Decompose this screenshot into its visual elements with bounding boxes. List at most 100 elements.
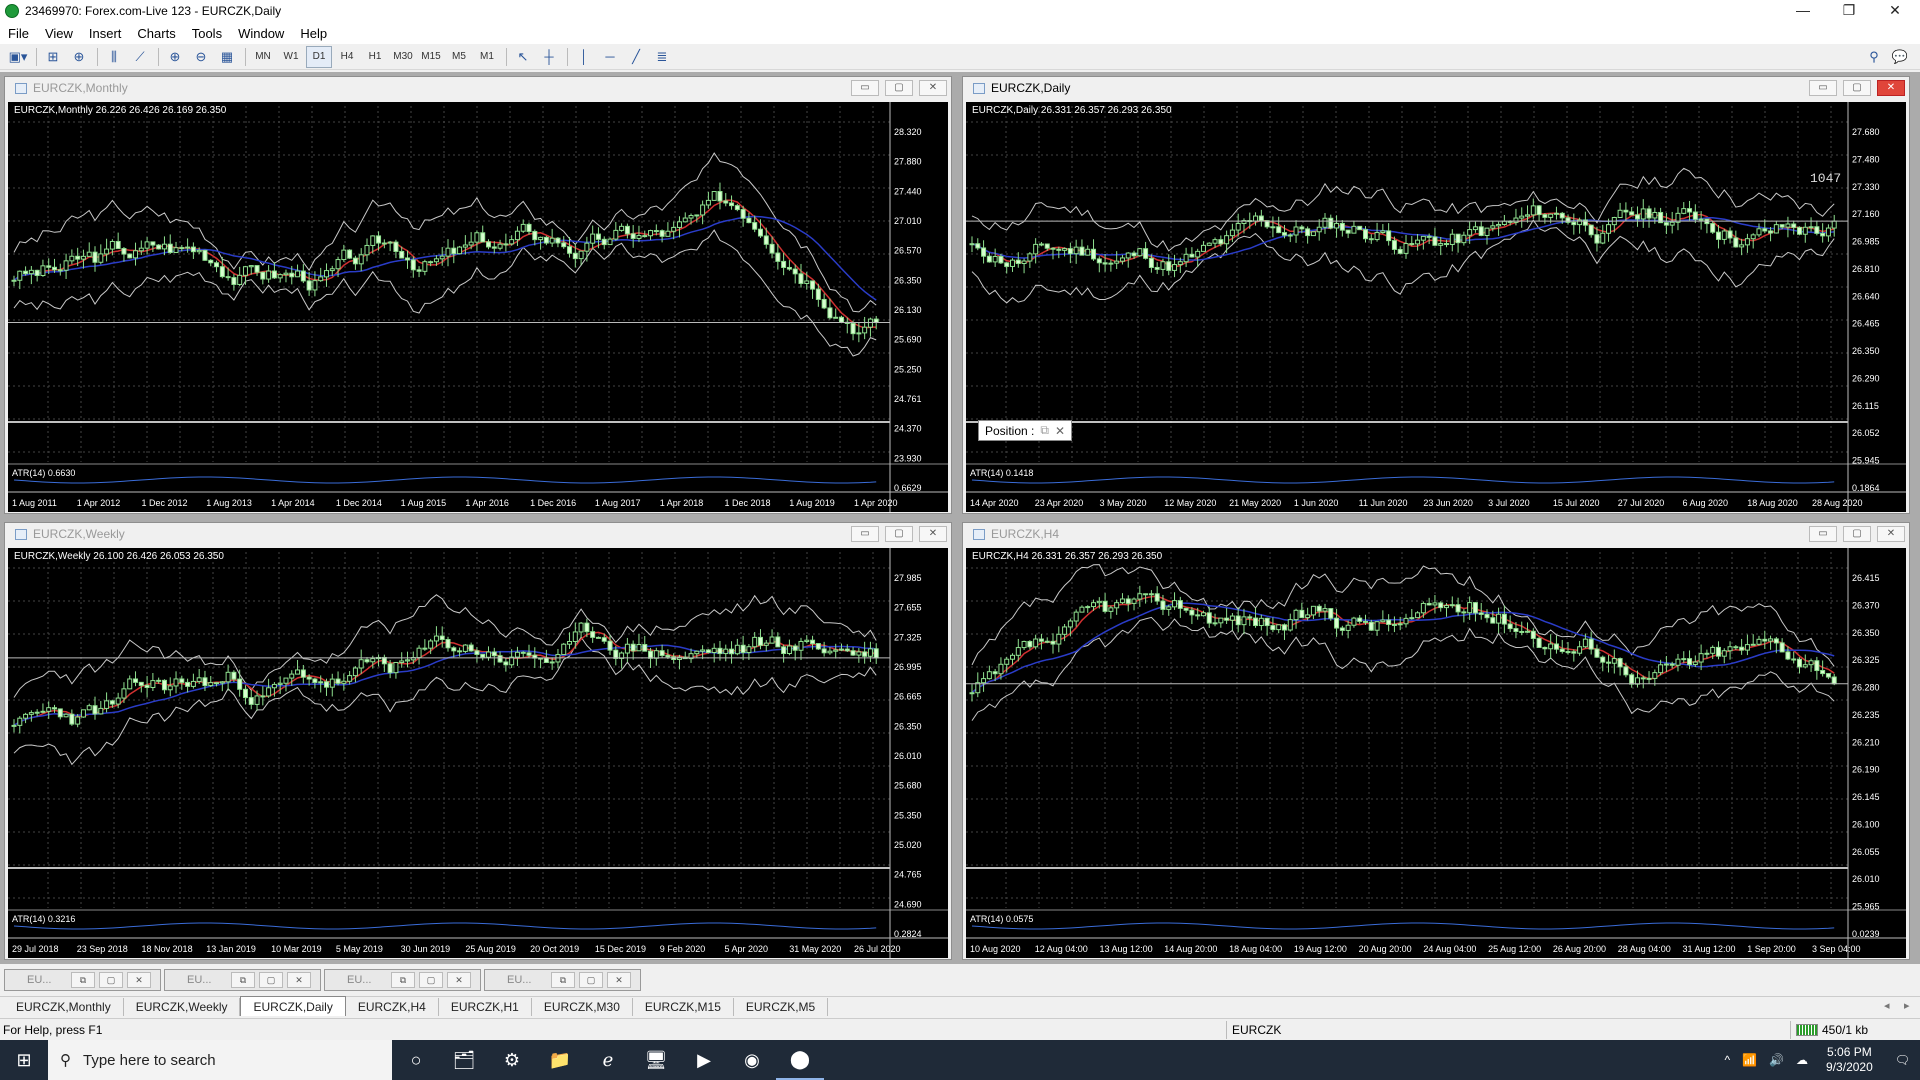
chart-minimize-button[interactable]: ▭ (1809, 526, 1837, 542)
edge-browser-icon[interactable]: ℯ (584, 1040, 632, 1080)
channel-icon[interactable]: ≣ (650, 46, 674, 68)
close-icon[interactable]: ✕ (607, 972, 631, 988)
minimized-chart-window[interactable]: EU... ⧉ ▢ ✕ (164, 969, 321, 991)
app-icon-2[interactable]: ⚙ (488, 1040, 536, 1080)
crosshair-target-icon[interactable]: ⊕ (67, 46, 91, 68)
chart-close-button[interactable]: ✕ (1877, 80, 1905, 96)
minimized-chart-window[interactable]: EU... ⧉ ▢ ✕ (4, 969, 161, 991)
app-icon-3[interactable]: ▶ (680, 1040, 728, 1080)
timeframe-h4[interactable]: H4 (334, 46, 360, 68)
minimized-chart-window[interactable]: EU... ⧉ ▢ ✕ (324, 969, 481, 991)
popup-close-icon[interactable]: ✕ (1055, 424, 1065, 438)
chart-window-monthly[interactable]: EURCZK,Monthly ▭ ▢ ✕ 28.320 27.880 27.440 2… (4, 76, 952, 514)
taskbar-clock[interactable]: 5:06 PM 9/3/2020 (1814, 1045, 1885, 1075)
chrome-icon[interactable]: ◉ (728, 1040, 776, 1080)
chart-minimize-button[interactable]: ▭ (1809, 80, 1837, 96)
network-icon[interactable]: 📶 (1736, 1053, 1763, 1067)
restore-button[interactable]: ❐ (1826, 0, 1872, 22)
popup-detach-icon[interactable]: ⧉ (1040, 423, 1049, 438)
cursor-icon[interactable]: ↖ (511, 46, 535, 68)
chart-window-titlebar[interactable]: EURCZK,Weekly (5, 523, 951, 545)
chart-maximize-button[interactable]: ▢ (1843, 526, 1871, 542)
tab-scroll-right-icon[interactable]: ▸ (1904, 999, 1910, 1012)
windows-start-icon[interactable]: ⊞ (0, 1040, 48, 1080)
line-chart-icon[interactable]: ⟋ (128, 46, 152, 68)
timeframe-m15[interactable]: M15 (418, 46, 444, 68)
chart-close-button[interactable]: ✕ (919, 80, 947, 96)
chart-maximize-button[interactable]: ▢ (1843, 80, 1871, 96)
minimized-chart-window[interactable]: EU... ⧉ ▢ ✕ (484, 969, 641, 991)
maximize-icon[interactable]: ▢ (259, 972, 283, 988)
crosshair-icon[interactable]: ┼ (537, 46, 561, 68)
tab-eurczk-h4[interactable]: EURCZK,H4 (346, 998, 439, 1016)
chart-window-daily[interactable]: EURCZK,Daily ▭ ▢ ✕ 27.680 27.480 27.330 27.… (962, 76, 1910, 514)
timeframe-m5[interactable]: M5 (446, 46, 472, 68)
remote-desktop-icon[interactable]: 🖥 (632, 1040, 680, 1080)
chart-maximize-button[interactable]: ▢ (885, 80, 913, 96)
tab-eurczk-monthly[interactable]: EURCZK,Monthly (4, 998, 124, 1016)
close-icon[interactable]: ✕ (127, 972, 151, 988)
chart-window-titlebar[interactable]: EURCZK,Daily (963, 77, 1909, 99)
taskbar-search-box[interactable]: ⚲ Type here to search (48, 1040, 392, 1080)
volume-icon[interactable]: 🔊 (1763, 1053, 1790, 1067)
task-view-icon[interactable]: ○ (392, 1040, 440, 1080)
close-button[interactable]: ✕ (1872, 0, 1918, 22)
minimize-button[interactable]: — (1780, 0, 1826, 22)
timeframe-mn[interactable]: MN (250, 46, 276, 68)
chart-canvas-weekly[interactable]: 27.985 27.655 27.325 26.995 26.665 26.350 26.0… (8, 548, 948, 958)
close-icon[interactable]: ✕ (287, 972, 311, 988)
maximize-icon[interactable]: ▢ (99, 972, 123, 988)
tab-eurczk-m5[interactable]: EURCZK,M5 (734, 998, 829, 1016)
new-chart-icon[interactable]: ▣▾ (6, 46, 30, 68)
tile-windows-icon[interactable]: ▦ (215, 46, 239, 68)
chart-window-h4[interactable]: EURCZK,H4 ▭ ▢ ✕ 26.415 26.370 26.350 26.325… (962, 522, 1910, 960)
chat-icon[interactable]: 💬 (1888, 46, 1912, 68)
profiles-icon[interactable]: ⊞ (41, 46, 65, 68)
chart-canvas-monthly[interactable]: 28.320 27.880 27.440 27.010 26.570 26.350 26.1… (8, 102, 948, 512)
chart-maximize-button[interactable]: ▢ (885, 526, 913, 542)
timeframe-w1[interactable]: W1 (278, 46, 304, 68)
vertical-line-icon[interactable]: │ (572, 46, 596, 68)
tray-expand-icon[interactable]: ^ (1719, 1053, 1737, 1067)
restore-icon[interactable]: ⧉ (391, 972, 415, 988)
horizontal-line-icon[interactable]: ─ (598, 46, 622, 68)
chart-minimize-button[interactable]: ▭ (851, 80, 879, 96)
chart-window-titlebar[interactable]: EURCZK,Monthly (5, 77, 951, 99)
menu-view[interactable]: View (37, 26, 81, 41)
status-connection[interactable]: 450/1 kb (1796, 1023, 1868, 1037)
chart-close-button[interactable]: ✕ (919, 526, 947, 542)
restore-icon[interactable]: ⧉ (231, 972, 255, 988)
tab-eurczk-m15[interactable]: EURCZK,M15 (633, 998, 734, 1016)
timeframe-h1[interactable]: H1 (362, 46, 388, 68)
app-icon-1[interactable]: 🗂 (440, 1040, 488, 1080)
maximize-icon[interactable]: ▢ (579, 972, 603, 988)
bar-chart-icon[interactable]: ⫼ (102, 46, 126, 68)
restore-icon[interactable]: ⧉ (71, 972, 95, 988)
tab-eurczk-h1[interactable]: EURCZK,H1 (439, 998, 532, 1016)
menu-window[interactable]: Window (230, 26, 292, 41)
timeframe-m30[interactable]: M30 (390, 46, 416, 68)
timeframe-d1[interactable]: D1 (306, 45, 332, 68)
forex-app-taskbar-icon[interactable]: ⬤ (776, 1040, 824, 1080)
chart-close-button[interactable]: ✕ (1877, 526, 1905, 542)
chart-window-titlebar[interactable]: EURCZK,H4 (963, 523, 1909, 545)
menu-help[interactable]: Help (292, 26, 335, 41)
chart-minimize-button[interactable]: ▭ (851, 526, 879, 542)
menu-tools[interactable]: Tools (184, 26, 230, 41)
file-explorer-icon[interactable]: 📁 (536, 1040, 584, 1080)
menu-file[interactable]: File (0, 26, 37, 41)
close-icon[interactable]: ✕ (447, 972, 471, 988)
menu-insert[interactable]: Insert (81, 26, 130, 41)
zoom-in-icon[interactable]: ⊕ (163, 46, 187, 68)
tab-eurczk-weekly[interactable]: EURCZK,Weekly (124, 998, 241, 1016)
trendline-icon[interactable]: ╱ (624, 46, 648, 68)
menu-charts[interactable]: Charts (129, 26, 183, 41)
tab-eurczk-m30[interactable]: EURCZK,M30 (532, 998, 633, 1016)
chart-canvas-h4[interactable]: 26.415 26.370 26.350 26.325 26.280 26.235 26.2… (966, 548, 1906, 958)
onedrive-icon[interactable]: ☁ (1790, 1053, 1814, 1067)
chart-canvas-daily[interactable]: 27.680 27.480 27.330 27.160 26.985 26.810 26.6… (966, 102, 1906, 512)
notifications-icon[interactable]: 🗨 (1885, 1053, 1920, 1067)
search-icon[interactable]: ⚲ (1862, 46, 1886, 68)
zoom-out-icon[interactable]: ⊖ (189, 46, 213, 68)
tab-eurczk-daily[interactable]: EURCZK,Daily (240, 996, 346, 1016)
